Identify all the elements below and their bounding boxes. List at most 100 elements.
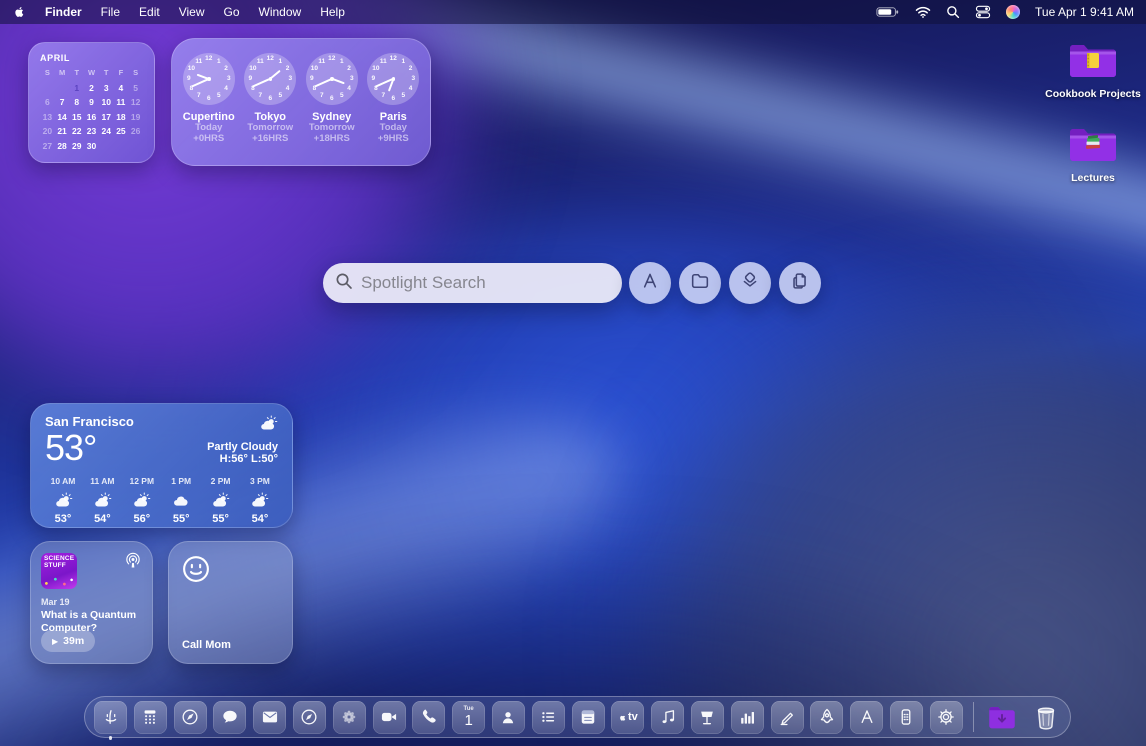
hour-label: 12 PM [124, 476, 160, 486]
calendar-day-15: 15 [69, 111, 84, 123]
calendar-day-10: 10 [99, 96, 114, 108]
apple-logo-icon[interactable] [12, 4, 26, 20]
desktop-folder-lectures[interactable]: Lectures [1045, 124, 1141, 184]
shortcut-widget[interactable]: Call Mom [168, 541, 293, 664]
menu-item-file[interactable]: File [101, 5, 120, 19]
dock-app-finder[interactable] [94, 701, 127, 734]
hour-label: 11 AM [84, 476, 120, 486]
hour-temp: 54° [84, 513, 120, 525]
clock-offset-label: +9HRS [363, 134, 423, 145]
dock-app-freeform[interactable] [771, 701, 804, 734]
smiley-icon [181, 571, 211, 588]
menu-item-help[interactable]: Help [320, 5, 345, 19]
dock-app-mail[interactable] [253, 701, 286, 734]
search-icon[interactable] [946, 5, 960, 19]
calendar-weekday: M [55, 67, 70, 79]
calendar-day-23: 23 [84, 125, 99, 137]
clock-offset-label: +0HRS [179, 134, 239, 145]
world-clock-paris: 123456789101112ParisToday+9HRS [363, 53, 423, 157]
world-clock-widget[interactable]: 123456789101112CupertinoToday+0HRS123456… [171, 38, 431, 166]
control-center-icon[interactable] [975, 5, 991, 19]
dock-app-iphone-mirroring[interactable] [890, 701, 923, 734]
menu-item-go[interactable]: Go [224, 5, 240, 19]
dock-app-appletv[interactable]: tv [611, 701, 644, 734]
clipboard-icon [789, 270, 811, 297]
dock-trash[interactable] [1027, 699, 1064, 735]
dock-app-calendar[interactable]: Tue1 [452, 701, 485, 734]
wifi-icon[interactable] [915, 6, 931, 18]
podcast-play-button[interactable]: ▶ 39m [41, 630, 95, 652]
calendar-day-empty [114, 140, 129, 152]
hour-temp: 55° [203, 513, 239, 525]
calendar-day-24: 24 [99, 125, 114, 137]
calendar-day-empty [40, 82, 55, 94]
calendar-day-empty [55, 82, 70, 94]
dock-app-photos[interactable] [333, 701, 366, 734]
spotlight-search-input[interactable] [361, 273, 610, 293]
dock-calendar-day: 1 [464, 713, 474, 728]
clipboard-filter-button[interactable] [779, 262, 821, 304]
clock-face: 123456789101112 [367, 53, 419, 105]
dock-app-calculator[interactable] [134, 701, 167, 734]
hour-label: 10 AM [45, 476, 81, 486]
battery-icon[interactable] [876, 6, 900, 18]
cloudy-icon [163, 490, 199, 510]
dock-app-messages[interactable] [213, 701, 246, 734]
spotlight-magnifier-icon [335, 272, 353, 295]
calendar-day-26: 26 [128, 125, 143, 137]
dock: Tue1 tv [84, 696, 1071, 738]
dock-app-appstore[interactable] [850, 701, 883, 734]
calendar-day-30: 30 [84, 140, 99, 152]
menu-bar-clock[interactable]: Tue Apr 1 9:41 AM [1035, 5, 1134, 19]
files-filter-button[interactable] [679, 262, 721, 304]
menu-items: File Edit View Go Window Help [101, 5, 345, 19]
podcast-widget[interactable]: SCIENCE STUFF Mar 19 What is a Quantum C… [30, 541, 153, 664]
dock-app-music[interactable] [651, 701, 684, 734]
calendar-day-17: 17 [99, 111, 114, 123]
dock-app-settings[interactable] [930, 701, 963, 734]
dock-app-maps[interactable] [293, 701, 326, 734]
dock-app-launchpad[interactable] [810, 701, 843, 734]
folder-label: Cookbook Projects [1045, 88, 1141, 100]
weather-hour-3pm: 3 PM54° [242, 476, 278, 525]
hour-temp: 54° [242, 513, 278, 525]
partly-cloudy-icon [124, 490, 160, 510]
calendar-day-5: 5 [128, 82, 143, 94]
calendar-weekday: S [128, 67, 143, 79]
dock-app-facetime[interactable] [373, 701, 406, 734]
folder-label: Lectures [1045, 172, 1141, 184]
menu-item-window[interactable]: Window [259, 5, 302, 19]
hour-temp: 55° [163, 513, 199, 525]
dock-app-safari[interactable] [174, 701, 207, 734]
weather-hour-11am: 11 AM 54° [84, 476, 120, 525]
weather-widget[interactable]: San Francisco 53° Partly Cloudy H:56° L:… [30, 403, 293, 528]
menu-item-edit[interactable]: Edit [139, 5, 160, 19]
podcast-date: Mar 19 [41, 597, 142, 607]
dock-downloads[interactable] [983, 699, 1020, 735]
menu-item-view[interactable]: View [179, 5, 205, 19]
applications-filter-button[interactable] [629, 262, 671, 304]
dock-app-contacts[interactable] [492, 701, 525, 734]
dock-app-keynote[interactable] [691, 701, 724, 734]
calendar-widget[interactable]: APRIL SMTWTFS123456789101112131415161718… [28, 42, 155, 163]
active-app-menu[interactable]: Finder [45, 5, 82, 19]
calendar-day-4: 4 [114, 82, 129, 94]
desktop-folder-cookbook-projects[interactable]: Cookbook Projects [1045, 40, 1141, 100]
dock-app-notes[interactable] [572, 701, 605, 734]
hour-label: 2 PM [203, 476, 239, 486]
partly-cloudy-icon [45, 490, 81, 510]
calendar-day-29: 29 [69, 140, 84, 152]
dock-app-phone[interactable] [412, 701, 445, 734]
siri-icon[interactable] [1006, 5, 1020, 19]
dock-app-numbers[interactable] [731, 701, 764, 734]
spotlight-search-bar[interactable] [323, 263, 622, 303]
calendar-weekday: S [40, 67, 55, 79]
calendar-day-21: 21 [55, 125, 70, 137]
dock-app-reminders[interactable] [532, 701, 565, 734]
calendar-day-6: 6 [40, 96, 55, 108]
calendar-month-label: APRIL [40, 53, 143, 63]
clock-face: 123456789101112 [244, 53, 296, 105]
shortcuts-filter-button[interactable] [729, 262, 771, 304]
weather-hour-12pm: 12 PM56° [124, 476, 160, 525]
calendar-weekday: T [69, 67, 84, 79]
